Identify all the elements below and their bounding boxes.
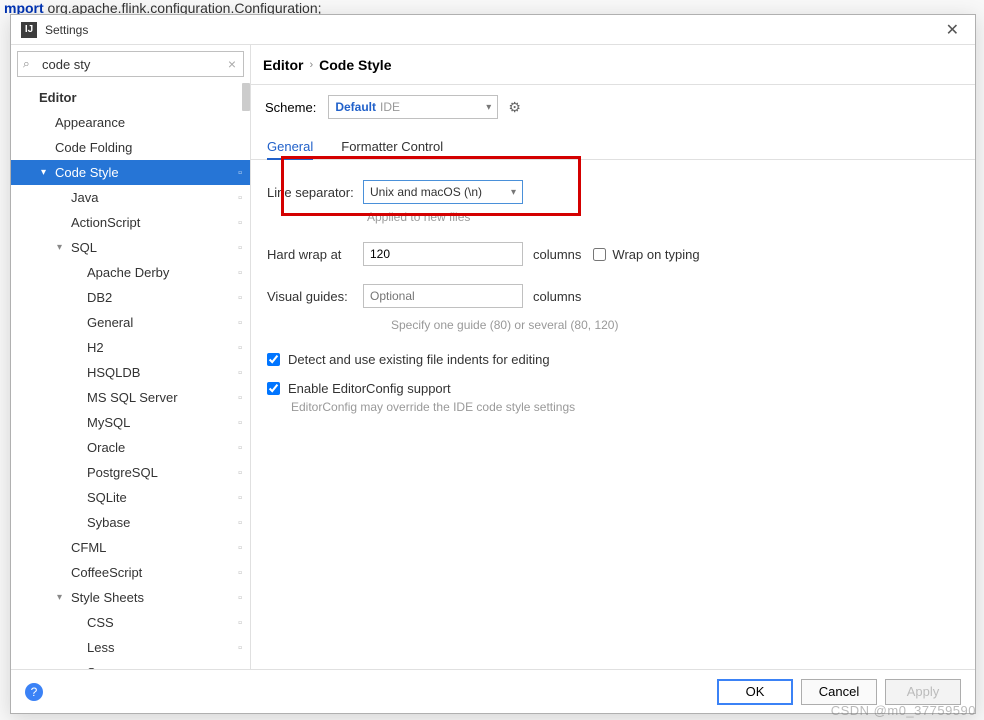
editorconfig-hint: EditorConfig may override the IDE code s…	[291, 400, 959, 414]
chevron-down-icon: ▾	[41, 167, 53, 178]
chevron-down-icon: ▾	[57, 592, 69, 603]
project-badge-icon: ▫	[238, 167, 242, 179]
tree-item-sql[interactable]: ▾SQL▫	[11, 235, 250, 260]
tree-item-less[interactable]: Less▫	[11, 635, 250, 660]
wrap-on-typing-checkbox[interactable]: Wrap on typing	[593, 247, 699, 262]
line-separator-select[interactable]: Unix and macOS (\n) ▾	[363, 180, 523, 204]
scheme-label: Scheme:	[265, 100, 316, 115]
tree-item-code-style[interactable]: ▾Code Style▫	[11, 160, 250, 185]
app-icon: IJ	[21, 22, 37, 38]
chevron-down-icon: ▾	[57, 242, 69, 253]
apply-button: Apply	[885, 679, 961, 705]
main-panel: Editor › Code Style Scheme: DefaultIDE ▾…	[251, 45, 975, 669]
columns-unit: columns	[533, 247, 581, 262]
form-panel: Line separator: Unix and macOS (\n) ▾ Ap…	[251, 166, 975, 420]
clear-search-icon[interactable]: ×	[228, 56, 236, 72]
hard-wrap-input[interactable]	[363, 242, 523, 266]
tab-general[interactable]: General	[267, 139, 313, 160]
tree-item-sass[interactable]: Sass▫	[11, 660, 250, 669]
tree-item-mysql[interactable]: MySQL▫	[11, 410, 250, 435]
breadcrumb-root[interactable]: Editor	[263, 57, 303, 73]
help-icon[interactable]: ?	[25, 683, 43, 701]
line-separator-label: Line separator:	[267, 185, 363, 200]
search-input[interactable]	[17, 51, 244, 77]
visual-guides-input[interactable]	[363, 284, 523, 308]
breadcrumb-leaf: Code Style	[319, 57, 391, 73]
chevron-down-icon: ▾	[486, 102, 491, 113]
sidebar: ⌕ × Editor Appearance Code Folding ▾Code…	[11, 45, 251, 669]
tree-item-editor[interactable]: Editor	[11, 85, 250, 110]
tree-item-cfml[interactable]: CFML▫	[11, 535, 250, 560]
tree-item-mssql[interactable]: MS SQL Server▫	[11, 385, 250, 410]
tree-item-style-sheets[interactable]: ▾Style Sheets▫	[11, 585, 250, 610]
cancel-button[interactable]: Cancel	[801, 679, 877, 705]
enable-editorconfig-checkbox[interactable]: Enable EditorConfig support	[267, 381, 959, 396]
settings-tree: Editor Appearance Code Folding ▾Code Sty…	[11, 83, 250, 669]
applied-hint: Applied to new files	[367, 210, 959, 224]
tree-item-appearance[interactable]: Appearance	[11, 110, 250, 135]
chevron-down-icon: ▾	[511, 187, 516, 198]
tree-item-css[interactable]: CSS▫	[11, 610, 250, 635]
tree-item-general[interactable]: General▫	[11, 310, 250, 335]
columns-unit: columns	[533, 289, 581, 304]
tree-item-sybase[interactable]: Sybase▫	[11, 510, 250, 535]
watermark: CSDN @m0_37759590	[831, 703, 976, 718]
tab-formatter-control[interactable]: Formatter Control	[341, 139, 443, 159]
scheme-select[interactable]: DefaultIDE ▾	[328, 95, 498, 119]
tree-item-sqlite[interactable]: SQLite▫	[11, 485, 250, 510]
tree-item-code-folding[interactable]: Code Folding	[11, 135, 250, 160]
chevron-right-icon: ›	[309, 59, 313, 71]
detect-indents-checkbox[interactable]: Detect and use existing file indents for…	[267, 352, 959, 367]
tree-item-actionscript[interactable]: ActionScript▫	[11, 210, 250, 235]
hard-wrap-label: Hard wrap at	[267, 247, 363, 262]
tree-item-oracle[interactable]: Oracle▫	[11, 435, 250, 460]
titlebar: IJ Settings ✕	[11, 15, 975, 45]
visual-guides-hint: Specify one guide (80) or several (80, 1…	[367, 318, 747, 332]
breadcrumb: Editor › Code Style	[251, 45, 975, 85]
gear-icon[interactable]: ⚙	[508, 99, 521, 116]
visual-guides-label: Visual guides:	[267, 289, 363, 304]
scheme-row: Scheme: DefaultIDE ▾ ⚙	[251, 85, 975, 133]
tree-item-coffeescript[interactable]: CoffeeScript▫	[11, 560, 250, 585]
tree-item-apache-derby[interactable]: Apache Derby▫	[11, 260, 250, 285]
search-icon: ⌕	[23, 57, 30, 72]
ok-button[interactable]: OK	[717, 679, 793, 705]
tree-item-java[interactable]: Java▫	[11, 185, 250, 210]
close-icon[interactable]: ✕	[940, 18, 965, 42]
tree-item-hsqldb[interactable]: HSQLDB▫	[11, 360, 250, 385]
settings-dialog: IJ Settings ✕ ⌕ × Editor Appearance Code…	[10, 14, 976, 714]
tree-item-postgresql[interactable]: PostgreSQL▫	[11, 460, 250, 485]
tree-item-h2[interactable]: H2▫	[11, 335, 250, 360]
tabs: General Formatter Control	[251, 133, 975, 160]
tree-item-db2[interactable]: DB2▫	[11, 285, 250, 310]
dialog-title: Settings	[45, 23, 88, 37]
